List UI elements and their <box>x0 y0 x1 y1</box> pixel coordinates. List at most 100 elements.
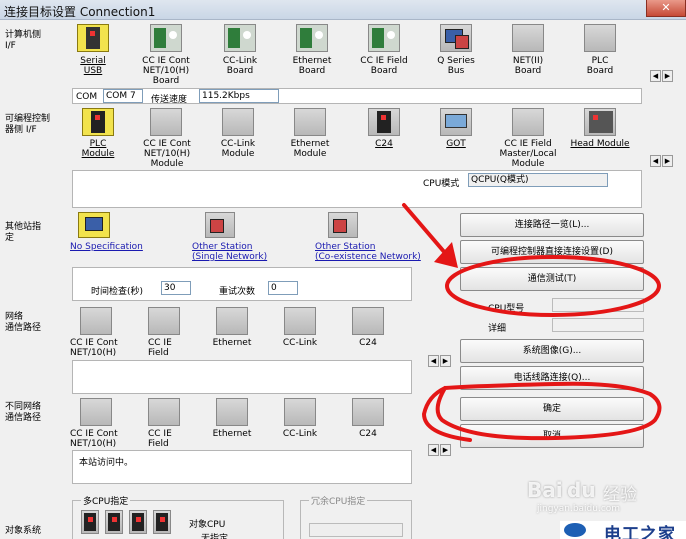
other-station-settings-panel: 时间检查(秒) 30 重试次数 0 <box>72 267 412 301</box>
coexistence-network-icon[interactable] <box>328 212 358 238</box>
diff-cc-link-icon[interactable] <box>284 398 316 426</box>
time-check-field[interactable]: 30 <box>161 281 191 295</box>
pc-if-label-q-series: Q Series Bus <box>437 56 475 76</box>
multi-cpu-title: 多CPU指定 <box>81 494 131 507</box>
scroll-left-icon[interactable]: ◀ <box>428 355 439 367</box>
plc-if-label-ethernet: Ethernet Module <box>290 139 330 159</box>
cc-ie-cont-module-icon[interactable] <box>150 108 182 136</box>
network-route-panel <box>72 360 412 394</box>
com-label: COM <box>76 92 98 102</box>
serial-usb-icon[interactable] <box>77 24 109 52</box>
diff-label-ethernet: Ethernet <box>212 429 252 439</box>
plc-board-icon[interactable] <box>584 24 616 52</box>
redundant-cpu-select[interactable] <box>309 523 403 537</box>
pc-if-status-panel: COM COM 7 传送速度 115.2Kbps <box>72 88 642 105</box>
logo-mark-icon <box>564 523 586 537</box>
retry-field[interactable]: 0 <box>268 281 298 295</box>
scroll-right-icon[interactable]: ▶ <box>662 155 673 167</box>
target-cpu-label: 对象CPU <box>189 520 226 530</box>
cc-ie-field-module-icon[interactable] <box>512 108 544 136</box>
diff-cc-ie-cont-icon[interactable] <box>80 398 112 426</box>
route-cc-link-icon[interactable] <box>284 307 316 335</box>
pc-if-label-plc-board: PLC Board <box>586 56 614 76</box>
cpu-type-field <box>552 298 644 312</box>
route-label-cc-ie-cont: CC IE Cont NET/10(H) <box>70 338 118 358</box>
cpu-slot-2-icon[interactable] <box>105 510 123 534</box>
head-module-icon[interactable] <box>584 108 616 136</box>
scroll-left-icon[interactable]: ◀ <box>650 155 661 167</box>
pc-if-scroll[interactable]: ◀ ▶ <box>650 70 674 82</box>
plc-if-label-c24: C24 <box>375 139 393 149</box>
cpu-slot-4-icon[interactable] <box>153 510 171 534</box>
no-specification-icon[interactable] <box>78 212 110 238</box>
watermark-paw: du <box>567 478 596 502</box>
network-route-scroll[interactable]: ◀ ▶ <box>428 355 452 367</box>
got-icon[interactable] <box>440 108 472 136</box>
c24-module-icon[interactable] <box>368 108 400 136</box>
watermark-suffix: 经验 <box>603 485 637 505</box>
direct-connect-button[interactable]: 可编程控制器直接连接设置(D) <box>460 240 644 264</box>
redundant-cpu-title: 冗余CPU指定 <box>309 494 368 507</box>
detail-field <box>552 318 644 332</box>
detail-label: 详细 <box>488 324 507 334</box>
pc-side-label: 计算机侧 I/F <box>5 30 42 51</box>
route-cc-ie-cont-icon[interactable] <box>80 307 112 335</box>
ok-button[interactable]: 确定 <box>460 397 644 421</box>
other-station-label-coexist[interactable]: Other Station (Co-existence Network) <box>315 242 437 262</box>
status-text: 本站访问中。 <box>79 458 134 468</box>
single-network-icon[interactable] <box>205 212 235 238</box>
ethernet-module-icon[interactable] <box>294 108 326 136</box>
q-series-bus-icon[interactable] <box>440 24 472 52</box>
comm-test-button[interactable]: 通信测试(T) <box>460 267 644 291</box>
other-station-label-none[interactable]: No Specification <box>70 242 160 252</box>
dialog-body: 计算机侧 I/F Serial USB CC IE Cont NET/10(H)… <box>0 20 686 539</box>
plc-module-icon[interactable] <box>82 108 114 136</box>
window-title: 连接目标设置 Connection1 <box>4 5 156 19</box>
diff-ethernet-icon[interactable] <box>216 398 248 426</box>
route-c24-icon[interactable] <box>352 307 384 335</box>
connection-list-button[interactable]: 连接路径一览(L)... <box>460 213 644 237</box>
plc-if-label-cc-ie-field: CC IE Field Master/Local Module <box>499 139 557 169</box>
cpu-slot-1-icon[interactable] <box>81 510 99 534</box>
com-port-field[interactable]: COM 7 <box>103 89 143 103</box>
diff-cc-ie-field-icon[interactable] <box>148 398 180 426</box>
diff-label-cc-ie-cont: CC IE Cont NET/10(H) <box>70 429 118 449</box>
cc-link-board-icon[interactable] <box>224 24 256 52</box>
cc-ie-cont-board-icon[interactable] <box>150 24 182 52</box>
cpu-slot-3-icon[interactable] <box>129 510 147 534</box>
scroll-right-icon[interactable]: ▶ <box>662 70 673 82</box>
cancel-button[interactable]: 取消 <box>460 424 644 448</box>
baidu-watermark: Bai du 经验 jingyan.baidu.com <box>527 478 686 518</box>
other-station-label-single[interactable]: Other Station (Single Network) <box>192 242 284 262</box>
diff-c24-icon[interactable] <box>352 398 384 426</box>
title-bar: 连接目标设置 Connection1 ✕ <box>0 0 686 20</box>
scroll-right-icon[interactable]: ▶ <box>440 355 451 367</box>
cc-link-module-icon[interactable] <box>222 108 254 136</box>
plc-if-label-cc-ie-cont: CC IE Cont NET/10(H) Module <box>143 139 191 169</box>
status-panel: 本站访问中。 <box>72 450 412 484</box>
phone-line-button[interactable]: 电话线路连接(Q)... <box>460 366 644 390</box>
scroll-left-icon[interactable]: ◀ <box>650 70 661 82</box>
diff-network-scroll[interactable]: ◀ ▶ <box>428 444 452 456</box>
route-label-cc-link: CC-Link <box>282 338 318 348</box>
route-cc-ie-field-icon[interactable] <box>148 307 180 335</box>
diff-network-label: 不同网络 通信路径 <box>5 402 42 423</box>
target-cpu-value[interactable]: 无指定 <box>201 531 228 539</box>
cc-ie-field-board-icon[interactable] <box>368 24 400 52</box>
redundant-cpu-group: 冗余CPU指定 <box>300 494 412 539</box>
pc-if-label-cc-ie-cont: CC IE Cont NET/10(H) Board <box>142 56 190 86</box>
scroll-right-icon[interactable]: ▶ <box>440 444 451 456</box>
speed-field[interactable]: 115.2Kbps <box>199 89 279 103</box>
pc-if-label-cc-ie-field: CC IE Field Board <box>360 56 408 76</box>
net-ii-board-icon[interactable] <box>512 24 544 52</box>
ethernet-board-icon[interactable] <box>296 24 328 52</box>
route-ethernet-icon[interactable] <box>216 307 248 335</box>
close-button[interactable]: ✕ <box>646 0 686 17</box>
logo-strip: 电工之家 <box>560 521 686 539</box>
pc-if-label-net-ii: NET(II) Board <box>512 56 544 76</box>
cpu-mode-field[interactable]: QCPU(Q模式) <box>468 173 608 187</box>
diff-label-cc-link: CC-Link <box>282 429 318 439</box>
system-image-button[interactable]: 系统图像(G)... <box>460 339 644 363</box>
plc-if-scroll[interactable]: ◀ ▶ <box>650 155 674 167</box>
scroll-left-icon[interactable]: ◀ <box>428 444 439 456</box>
